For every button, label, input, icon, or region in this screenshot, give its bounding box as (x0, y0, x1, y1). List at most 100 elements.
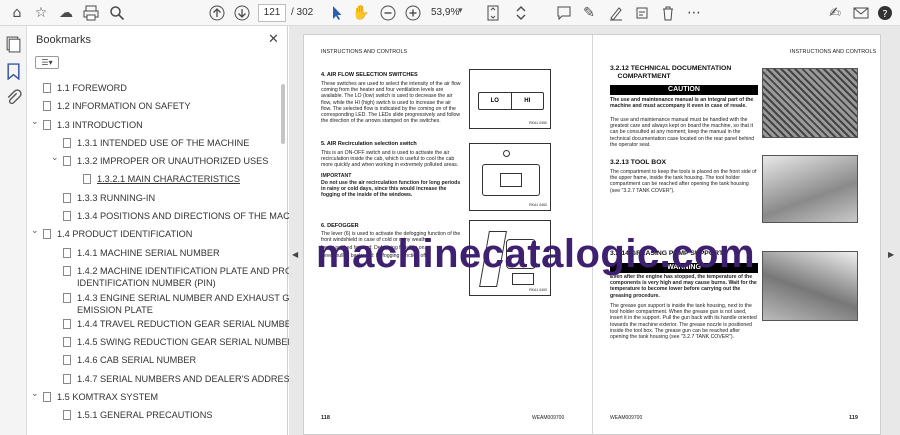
bookmark-label: 1.1 FOREWORD (57, 83, 127, 93)
hand-pan-icon[interactable]: ✋ (352, 4, 370, 22)
left-doc-code: WEAM009700 (532, 415, 565, 421)
attachments-icon[interactable] (5, 89, 22, 106)
hi-switch-label: HI (524, 98, 531, 104)
documentation-compartment-photo (762, 68, 858, 138)
bookmark-label: 1.4.6 CAB SERIAL NUMBER (77, 355, 197, 365)
bookmark-icon (63, 410, 71, 420)
select-cursor-icon[interactable] (328, 4, 346, 22)
comment-icon[interactable] (555, 4, 573, 22)
bookmark-label: 1.3.4 POSITIONS AND DIRECTIONS OF THE MA… (77, 211, 312, 221)
left-page-number: 118 (321, 415, 330, 421)
help-icon[interactable]: ? (876, 4, 894, 22)
bookmark-label: EMISSION PLATE (77, 305, 153, 315)
next-page-icon[interactable] (233, 4, 251, 22)
panel-title: Bookmarks (36, 34, 92, 46)
print-icon[interactable] (82, 4, 100, 22)
bookmark-icon (63, 211, 71, 221)
page-thumbnails-icon[interactable] (5, 36, 22, 53)
chevron-down-icon[interactable]: ▾ (458, 5, 463, 16)
section-5-title: 5. AIR Recirculation selection switch (321, 141, 417, 147)
svg-text:?: ? (882, 9, 887, 20)
bookmark-icon (83, 174, 91, 184)
scroll-right-icon[interactable]: ▶ (888, 250, 894, 259)
upload-cloud-icon[interactable]: ☁ (57, 4, 75, 22)
section-3-2-12-title: 3.2.12 TECHNICAL DOCUMENTATION COMPARTME… (610, 65, 732, 80)
right-doc-code: WEAM009700 (610, 415, 643, 421)
bookmark-label: 1.3.2.1 MAIN CHARACTERISTICS (97, 174, 240, 184)
zoom-in-icon[interactable] (404, 4, 422, 22)
section-5-text: This is an ON-OFF switch and is used to … (321, 150, 459, 169)
zoom-level[interactable]: 53,9% (431, 7, 459, 18)
page-number-input[interactable]: 121 (258, 4, 286, 22)
bookmark-icon (63, 293, 71, 303)
bookmark-label: 1.4 PRODUCT IDENTIFICATION (57, 229, 193, 239)
bookmark-icon (63, 266, 71, 276)
bookmark-icon (63, 337, 71, 347)
chevron-down-icon[interactable]: ⌄ (51, 152, 59, 164)
bookmark-label: 1.4.2 MACHINE IDENTIFICATION PLATE AND P… (77, 266, 318, 276)
sign-pen-icon[interactable]: ✍ (826, 4, 844, 22)
bookmark-label: 1.3 INTRODUCTION (57, 120, 143, 130)
bookmark-icon (43, 101, 51, 111)
figure-code: RKA1 0400 (529, 287, 547, 292)
warning-text: Even after the engine has stopped, the t… (610, 274, 757, 299)
bookmark-label: 1.3.1 INTENDED USE OF THE MACHINE (77, 138, 250, 148)
bookmark-icon (63, 193, 71, 203)
page-total: / 302 (291, 7, 314, 18)
bookmark-label: 1.4.7 SERIAL NUMBERS AND DEALER'S ADDRES… (77, 374, 296, 384)
bookmark-icon (63, 248, 71, 258)
bookmark-label: IDENTIFICATION NUMBER (PIN) (77, 278, 216, 288)
bookmark-icon (63, 156, 71, 166)
bookmark-options-button[interactable]: ☰▾ (35, 56, 59, 69)
bookmarks-icon[interactable] (5, 63, 22, 81)
bookmark-label: 1.3.2 IMPROPER OR UNAUTHORIZED USES (77, 156, 269, 166)
trash-icon[interactable] (659, 4, 677, 22)
caution-banner: CAUTION (610, 85, 758, 95)
stamp-icon[interactable] (633, 4, 651, 22)
section-4-title: 4. AIR FLOW SELECTION SWITCHES (321, 72, 418, 78)
close-icon[interactable]: ✕ (268, 31, 279, 47)
bookmark-icon (43, 83, 51, 93)
email-icon[interactable] (852, 4, 870, 22)
bookmark-label: 1.4.1 MACHINE SERIAL NUMBER (77, 248, 220, 258)
document-viewport: ◀ ▶ INSTRUCTIONS AND CONTROLS 4. AIR FLO… (289, 26, 900, 435)
important-text: Do not use the air recirculation functio… (321, 180, 461, 199)
zoom-search-icon[interactable] (108, 4, 126, 22)
chevron-down-icon[interactable]: ⌄ (31, 388, 39, 400)
scroll-left-icon[interactable]: ◀ (292, 250, 298, 259)
greasing-pump-photo (762, 251, 858, 321)
bookmark-label: 1.2 INFORMATION ON SAFETY (57, 101, 191, 111)
caution-text: The use and maintenance manual is an int… (610, 97, 754, 110)
important-label: IMPORTANT (321, 173, 352, 179)
section-6-title: 6. DEFOGGER (321, 223, 359, 229)
bookmark-label: 1.3.3 RUNNING-IN (77, 193, 156, 203)
highlight-icon[interactable] (607, 4, 625, 22)
bookmark-label: 1.4.5 SWING REDUCTION GEAR SERIAL NUMBER (77, 337, 295, 347)
left-running-header: INSTRUCTIONS AND CONTROLS (321, 49, 408, 55)
section-3-2-13-text: The compartment to keep the tools is pla… (610, 169, 757, 194)
chevron-down-icon[interactable]: ⌄ (31, 116, 39, 128)
home-icon[interactable]: ⌂ (8, 4, 26, 22)
section-3-2-12-text: The use and maintenance manual must be h… (610, 117, 755, 148)
bookmark-star-icon[interactable]: ☆ (32, 4, 50, 22)
bookmark-icon (63, 138, 71, 148)
recirculation-figure: RKA1 0460 (469, 143, 551, 211)
chevron-down-icon[interactable]: ⌄ (31, 225, 39, 237)
figure-code: RKA1 0450 (529, 120, 547, 125)
more-icon[interactable]: ⋯ (685, 4, 703, 22)
pen-draw-icon[interactable]: ✎ (580, 4, 598, 22)
toolbar: ⌂ ☆ ☁ 121 / 302 ✋ 53,9% ▾ ✎ ⋯ ✍ ? (0, 0, 900, 26)
watermark: machinecatalogic.com (316, 232, 756, 276)
prev-page-icon[interactable] (208, 4, 226, 22)
scroll-mode-icon[interactable] (512, 4, 530, 22)
section-3-2-14-text: The grease gun support is inside the tan… (610, 303, 757, 341)
right-page-number: 119 (849, 415, 858, 421)
lo-switch-label: LO (479, 93, 512, 109)
bookmark-icon (63, 374, 71, 384)
bookmarks-panel: Bookmarks ✕ ☰▾ 1.1 FOREWORD 1.2 INFORMATI… (27, 26, 318, 435)
bookmark-icon (43, 392, 51, 402)
bookmark-icon (43, 120, 51, 130)
zoom-out-icon[interactable] (379, 4, 397, 22)
fit-page-icon[interactable] (484, 4, 502, 22)
scrollbar[interactable] (281, 84, 285, 144)
